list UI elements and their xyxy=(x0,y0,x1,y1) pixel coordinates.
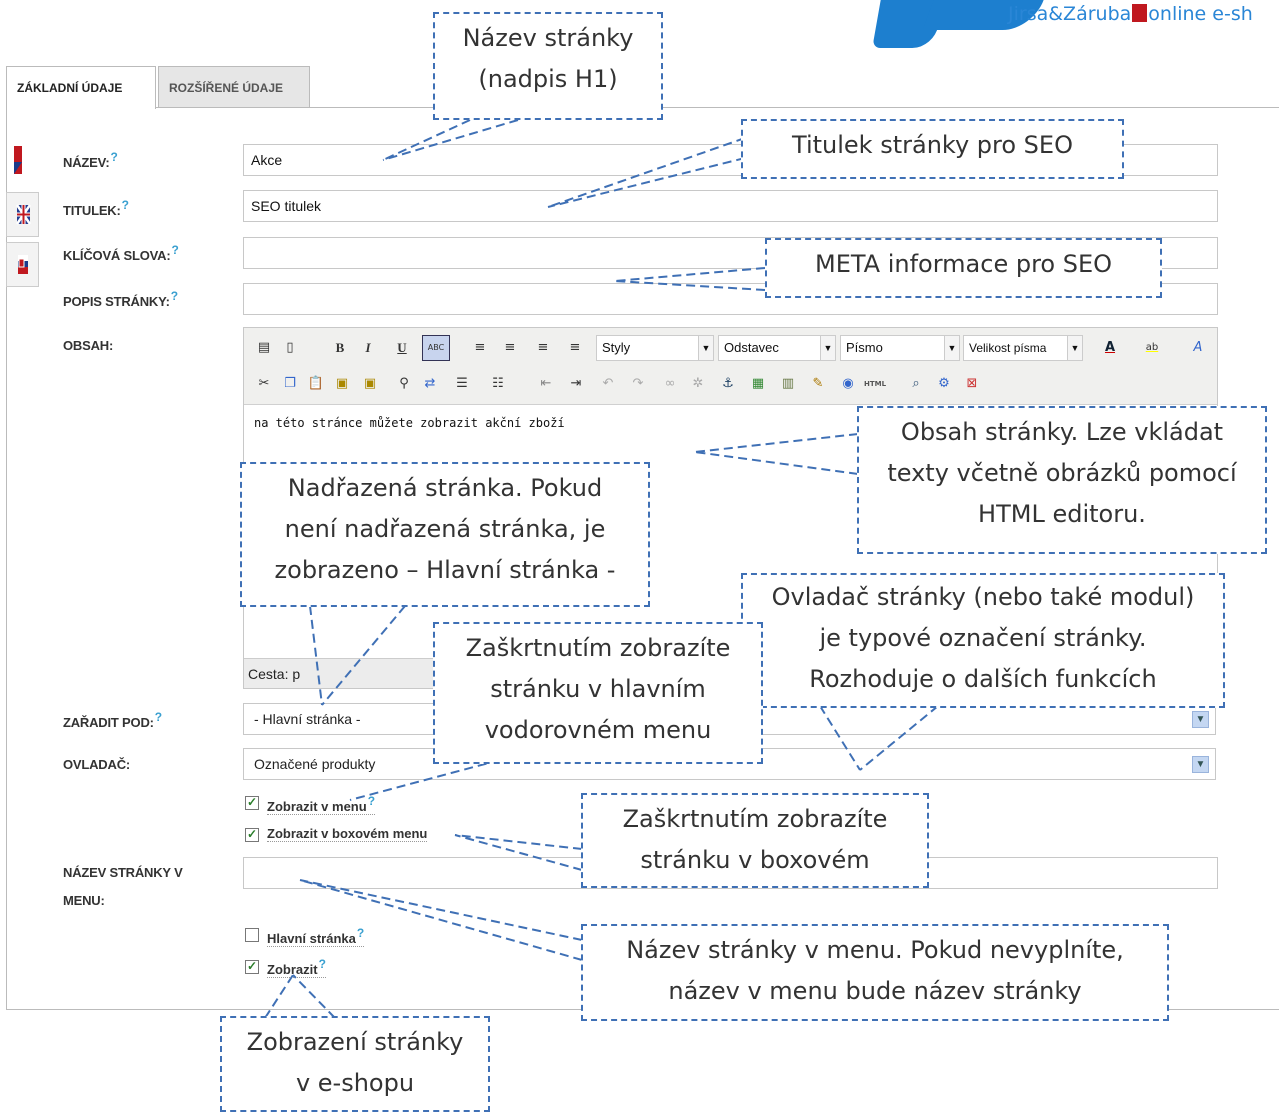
leader-zaskrt xyxy=(349,759,501,801)
callout-text: Obsah stránky. Lze vkládat xyxy=(900,418,1224,446)
leader-nazev xyxy=(382,119,519,161)
callout-text: Název stránky xyxy=(462,24,634,52)
callout-text: název v menu bude název stránky xyxy=(668,977,1082,1005)
leader-obsah xyxy=(694,433,859,475)
callout-text: zobrazeno – Hlavní stránka - xyxy=(274,556,616,584)
leader-menu xyxy=(299,879,583,961)
leader-eshop xyxy=(264,974,336,1019)
callout-ovladac: Ovladač stránky (nebo také modul) je typ… xyxy=(741,573,1225,708)
callout-text: Zobrazení stránky xyxy=(246,1028,464,1056)
callout-meta: META informace pro SEO xyxy=(765,238,1162,298)
callout-nazev: Název stránky (nadpis H1) xyxy=(433,12,663,120)
callout-text: Titulek stránky pro SEO xyxy=(792,131,1073,159)
callout-text: Zaškrtnutím zobrazíte xyxy=(465,634,731,662)
callout-text: Ovladač stránky (nebo také modul) xyxy=(771,583,1195,611)
callout-eshop: Zobrazení stránky v e-shopu xyxy=(220,1016,490,1112)
callout-text: není nadřazená stránka, je xyxy=(284,515,606,543)
callout-zaskrtnutim-box: Zaškrtnutím zobrazíte stránku v boxovém xyxy=(581,793,929,888)
callout-text: stránku v boxovém xyxy=(640,846,870,874)
callout-text: texty včetně obrázků pomocí xyxy=(887,459,1237,487)
callout-text: je typové označení stránky. xyxy=(819,624,1147,652)
callout-zaskrtnutim-menu: Zaškrtnutím zobrazíte stránku v hlavním … xyxy=(433,622,763,764)
callout-text: (nadpis H1) xyxy=(478,65,618,93)
callout-text: vodorovném menu xyxy=(484,716,712,744)
callout-text: stránku v hlavním xyxy=(490,675,706,703)
callout-nadrazena: Nadřazená stránka. Pokud není nadřazená … xyxy=(240,462,650,607)
callout-text: v e-shopu xyxy=(295,1069,415,1097)
callout-text: Nadřazená stránka. Pokud xyxy=(287,474,603,502)
leader-nadrazena xyxy=(309,605,406,706)
callout-titulek: Titulek stránky pro SEO xyxy=(741,119,1124,179)
callout-text: Zaškrtnutím zobrazíte xyxy=(622,805,888,833)
callout-obsah: Obsah stránky. Lze vkládat texty včetně … xyxy=(857,406,1267,554)
callout-text: HTML editoru. xyxy=(978,500,1146,528)
callout-nazev-v-menu: Název stránky v menu. Pokud nevyplníte, … xyxy=(581,924,1169,1021)
leader-titulek xyxy=(547,137,746,208)
leader-ovladac xyxy=(819,705,939,771)
tab-zakladni-udaje[interactable]: ZÁKLADNÍ ÚDAJE xyxy=(6,66,156,109)
leader-meta xyxy=(614,267,766,291)
leader-box xyxy=(454,834,583,871)
callout-text: Rozhoduje o dalších funkcích xyxy=(809,665,1157,693)
callout-text: Název stránky v menu. Pokud nevyplníte, xyxy=(626,936,1124,964)
callout-text: META informace pro SEO xyxy=(814,250,1113,278)
